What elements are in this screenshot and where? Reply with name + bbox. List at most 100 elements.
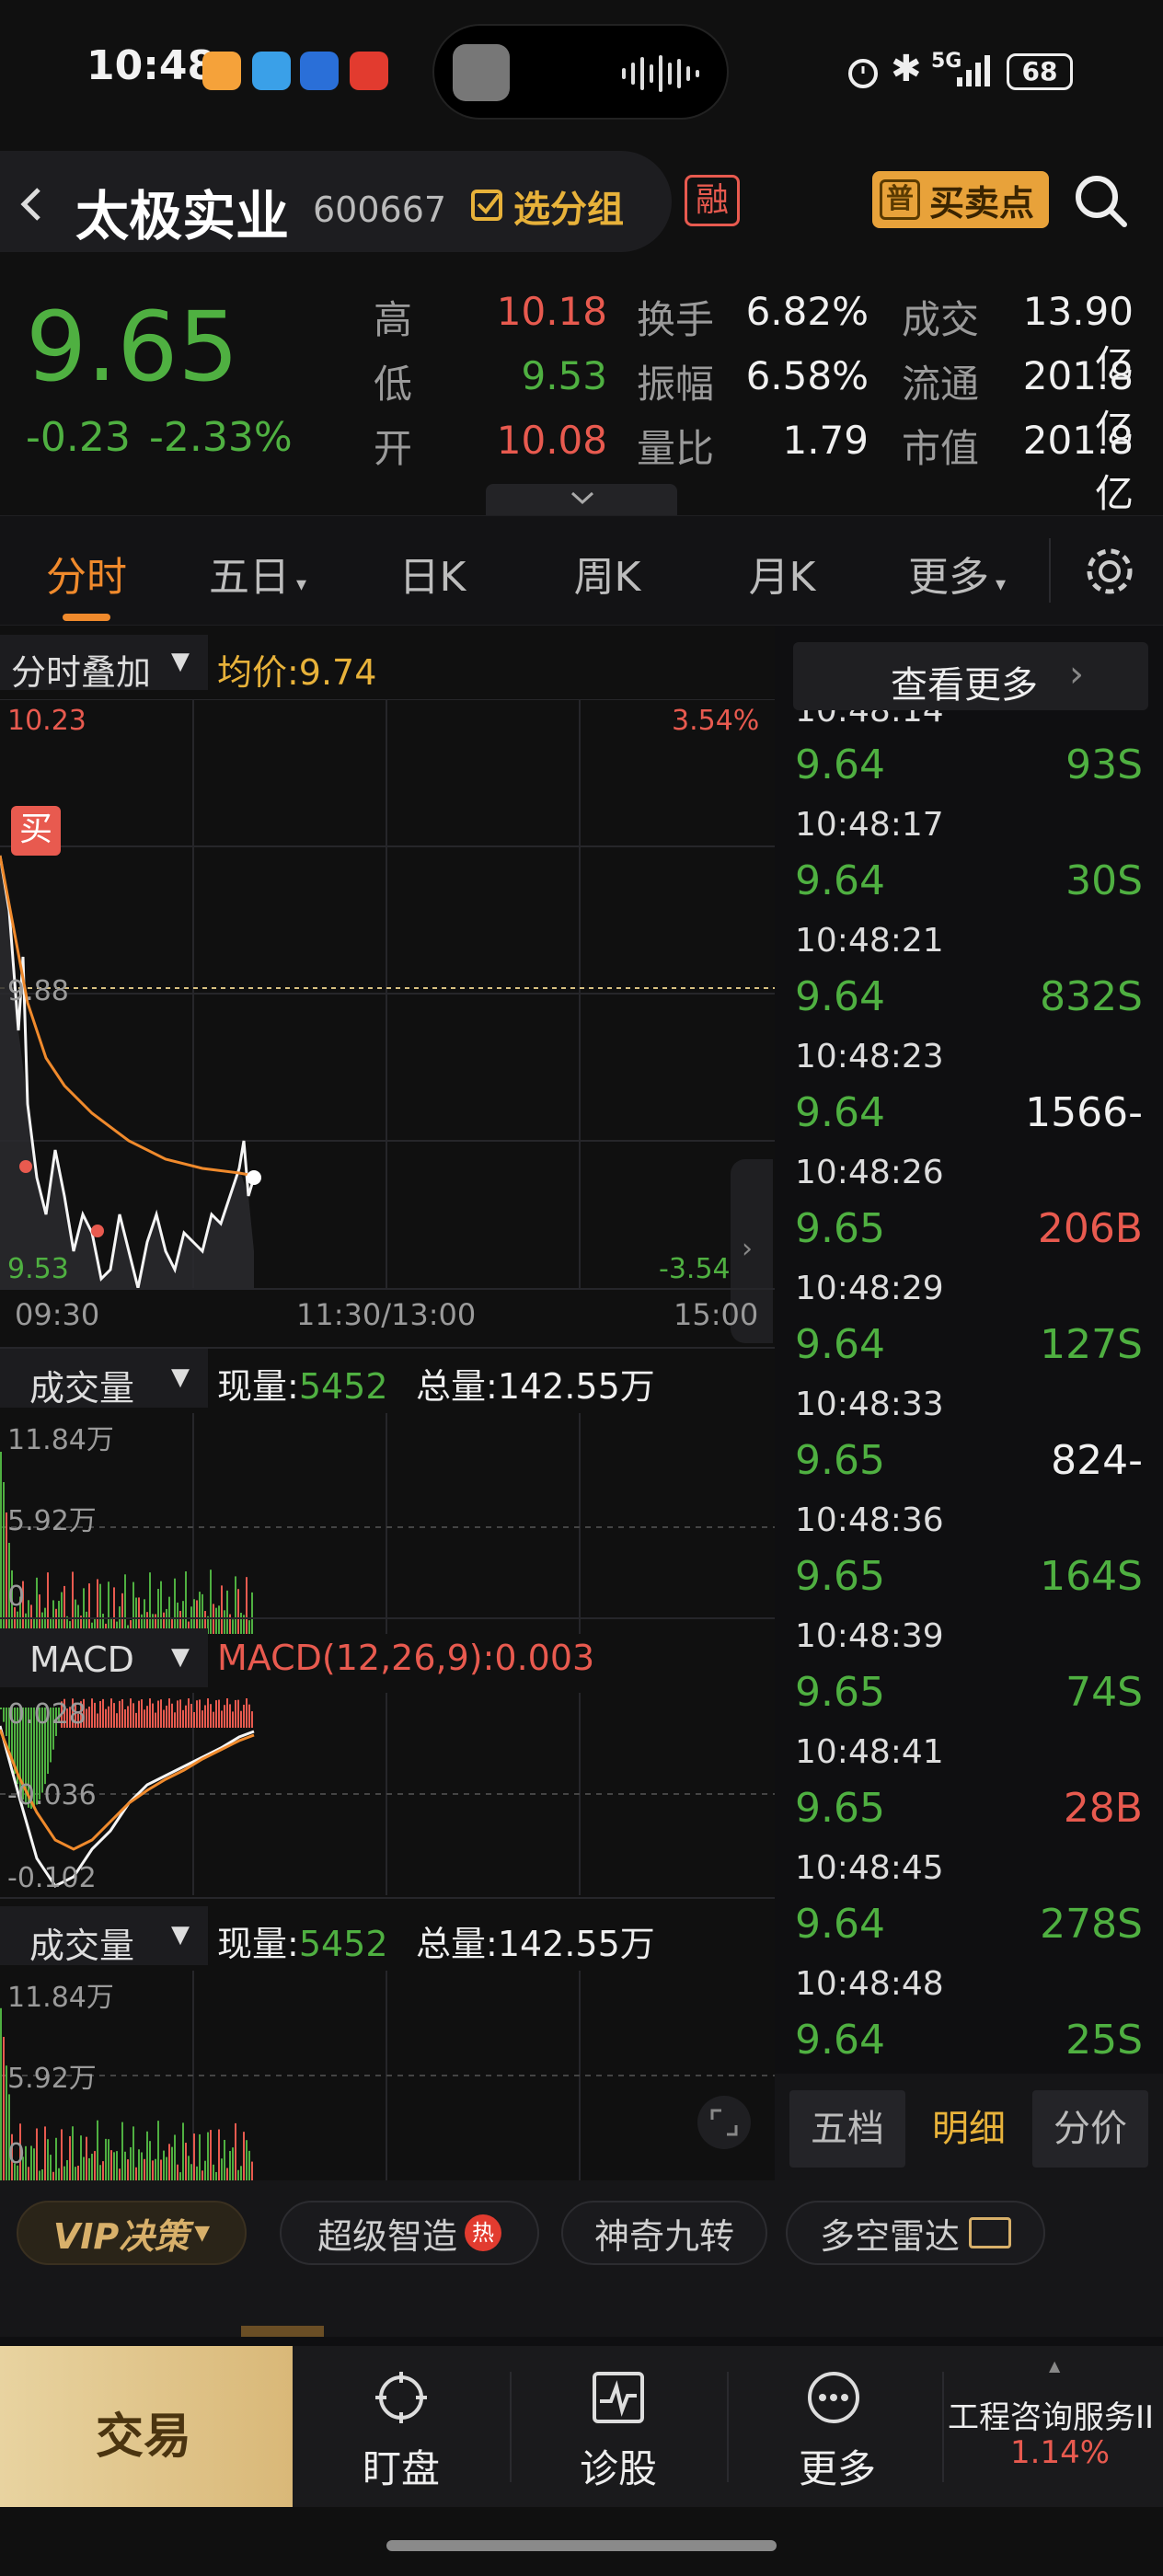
tick-price: 9.65 <box>795 1669 885 1716</box>
tick-price: 9.64 <box>795 742 885 788</box>
avg-price-label: 均价:9.74 <box>217 652 377 693</box>
macd-bar <box>232 1711 234 1728</box>
x-label-open: 09:30 <box>15 1297 100 1332</box>
stat-label: 量比 <box>637 426 715 471</box>
tick-volume: 1566- <box>1025 1089 1143 1136</box>
volume-bar <box>155 2158 156 2180</box>
chevron-left-icon[interactable] <box>17 186 44 223</box>
volume-bar <box>102 2161 104 2180</box>
tab-trade-detail[interactable]: 明细 <box>911 2090 1027 2168</box>
x-label-close: 15:00 <box>674 1297 759 1332</box>
macd-bar <box>243 1704 245 1728</box>
overlay-dropdown[interactable]: 分时叠加 ▼ <box>0 635 208 693</box>
volume-bar <box>47 2139 49 2180</box>
tab-order-book[interactable]: 五档 <box>789 2090 905 2168</box>
volume-bar <box>88 1583 90 1634</box>
volume-bar <box>248 2150 250 2180</box>
buy-sell-point-button[interactable]: 普 买卖点 <box>872 171 1049 228</box>
divider <box>1049 538 1051 603</box>
pulse-chart-icon <box>593 2372 644 2423</box>
volume-bar <box>221 2158 223 2180</box>
volume-bar <box>63 1585 65 1634</box>
expand-quote-button[interactable] <box>486 484 677 515</box>
volume-bar <box>174 2134 176 2180</box>
search-icon[interactable] <box>1073 173 1128 228</box>
battery-icon: 68 <box>1007 53 1073 90</box>
last-price: 9.65 <box>26 291 239 403</box>
macd-bar <box>146 1706 148 1728</box>
vip-decision-button[interactable]: VIP决策 ▼ <box>17 2201 247 2265</box>
fullscreen-button[interactable] <box>697 2096 751 2149</box>
pu-badge: 普 <box>880 179 920 220</box>
tick-time: 10:48:36 <box>795 1501 944 1539</box>
volume-bar <box>80 2135 82 2180</box>
macd-bar <box>188 1698 190 1728</box>
title-pill: 太极实业 600667 选分组 <box>0 151 672 252</box>
macd-y-bottom: -0.102 <box>7 1862 97 1894</box>
chart-area: 分时叠加 ▼ 均价:9.74 10.23 3.54% 买 9.88 9.53 -… <box>0 626 775 2180</box>
macd-label: MACD <box>29 1639 134 1680</box>
volume-bar <box>113 1587 115 1634</box>
magic-nine-button[interactable]: 神奇九转 <box>561 2201 767 2265</box>
macd-bar <box>119 1700 121 1728</box>
volume2-indicator-dropdown[interactable]: 成交量 ▼ <box>0 1906 208 1966</box>
sector-ticker[interactable]: ▲ 工程咨询服务II 1.14% <box>944 2346 1163 2507</box>
margin-trading-badge[interactable]: 融 <box>685 175 740 226</box>
volume-bar <box>39 2170 40 2180</box>
tick-volume: 164S <box>1040 1553 1143 1600</box>
tick-volume: 206B <box>1037 1205 1143 1252</box>
tick-price: 9.64 <box>795 857 885 904</box>
volume-bar <box>94 2151 96 2180</box>
settings-gear-icon[interactable] <box>1082 544 1137 599</box>
volume-bar <box>0 1452 2 1634</box>
tab-intraday[interactable]: 分时 <box>22 544 151 601</box>
tab-five-day[interactable]: 五日 ▾ <box>184 544 331 601</box>
tick-volume: 25S <box>1065 2017 1143 2064</box>
nav-diagnose[interactable]: 诊股 <box>548 2364 686 2493</box>
volume-bar <box>185 1571 187 1634</box>
home-indicator[interactable] <box>386 2540 777 2551</box>
volume-bar <box>99 2165 101 2180</box>
obscured-tab-row <box>0 2307 1163 2337</box>
volume-bar <box>52 2171 54 2180</box>
long-short-radar-button[interactable]: 多空雷达 <box>786 2201 1045 2265</box>
macd-bar <box>141 1699 143 1728</box>
select-group-button[interactable]: 选分组 <box>469 178 624 234</box>
volume-bar <box>28 2167 29 2180</box>
hot-badge: 热 <box>465 2214 501 2251</box>
stat-label: 开 <box>374 426 413 471</box>
quote-panel: 9.65 -0.23 -2.33% 高 10.18 换手 6.82% 成交 13.90亿低… <box>0 258 1163 516</box>
volume-label: 成交量 <box>29 1926 135 1966</box>
car-app-icon <box>300 52 339 90</box>
tab-more[interactable]: 更多 ▾ <box>883 544 1031 601</box>
nav-watch[interactable]: 盯盘 <box>331 2364 469 2493</box>
chevron-up-icon: ▲ <box>1049 2357 1061 2375</box>
macd-bar <box>246 1698 248 1728</box>
volume-bar <box>77 2166 79 2180</box>
tab-daily-k[interactable]: 日K <box>368 544 497 601</box>
tab-price-distribution[interactable]: 分价 <box>1032 2090 1148 2168</box>
macd-indicator-dropdown[interactable]: MACD ▼ <box>0 1628 208 1687</box>
volume-bar <box>163 2150 165 2180</box>
super-manufacturing-button[interactable]: 超级智造 热 <box>280 2201 539 2265</box>
tick-time: 10:48:48 <box>795 1965 944 2003</box>
buy-marker-badge[interactable]: 买 <box>11 806 61 856</box>
tick-time: 10:48:21 <box>795 922 944 960</box>
intraday-chart[interactable] <box>0 699 775 1288</box>
view-more-button[interactable]: 查看更多 › <box>793 642 1148 710</box>
volume-bar <box>121 2122 123 2180</box>
macd-bar <box>174 1712 176 1728</box>
avg-price-line <box>0 855 255 1178</box>
volume-bar <box>224 2139 225 2180</box>
tab-weekly-k[interactable]: 周K <box>543 544 672 601</box>
volume-bar <box>235 2122 236 2180</box>
stat-label: 换手 <box>637 297 715 342</box>
trade-button[interactable]: 交易 <box>0 2346 293 2507</box>
dynamic-island[interactable] <box>432 24 729 120</box>
tab-monthly-k[interactable]: 月K <box>718 544 846 601</box>
volume-indicator-dropdown[interactable]: 成交量 ▼ <box>0 1349 208 1409</box>
volume-bar <box>185 2143 187 2180</box>
nav-more[interactable]: 更多 <box>767 2364 905 2493</box>
y-top-pct-label: 3.54% <box>672 705 760 737</box>
volume-bar <box>72 1571 74 1634</box>
